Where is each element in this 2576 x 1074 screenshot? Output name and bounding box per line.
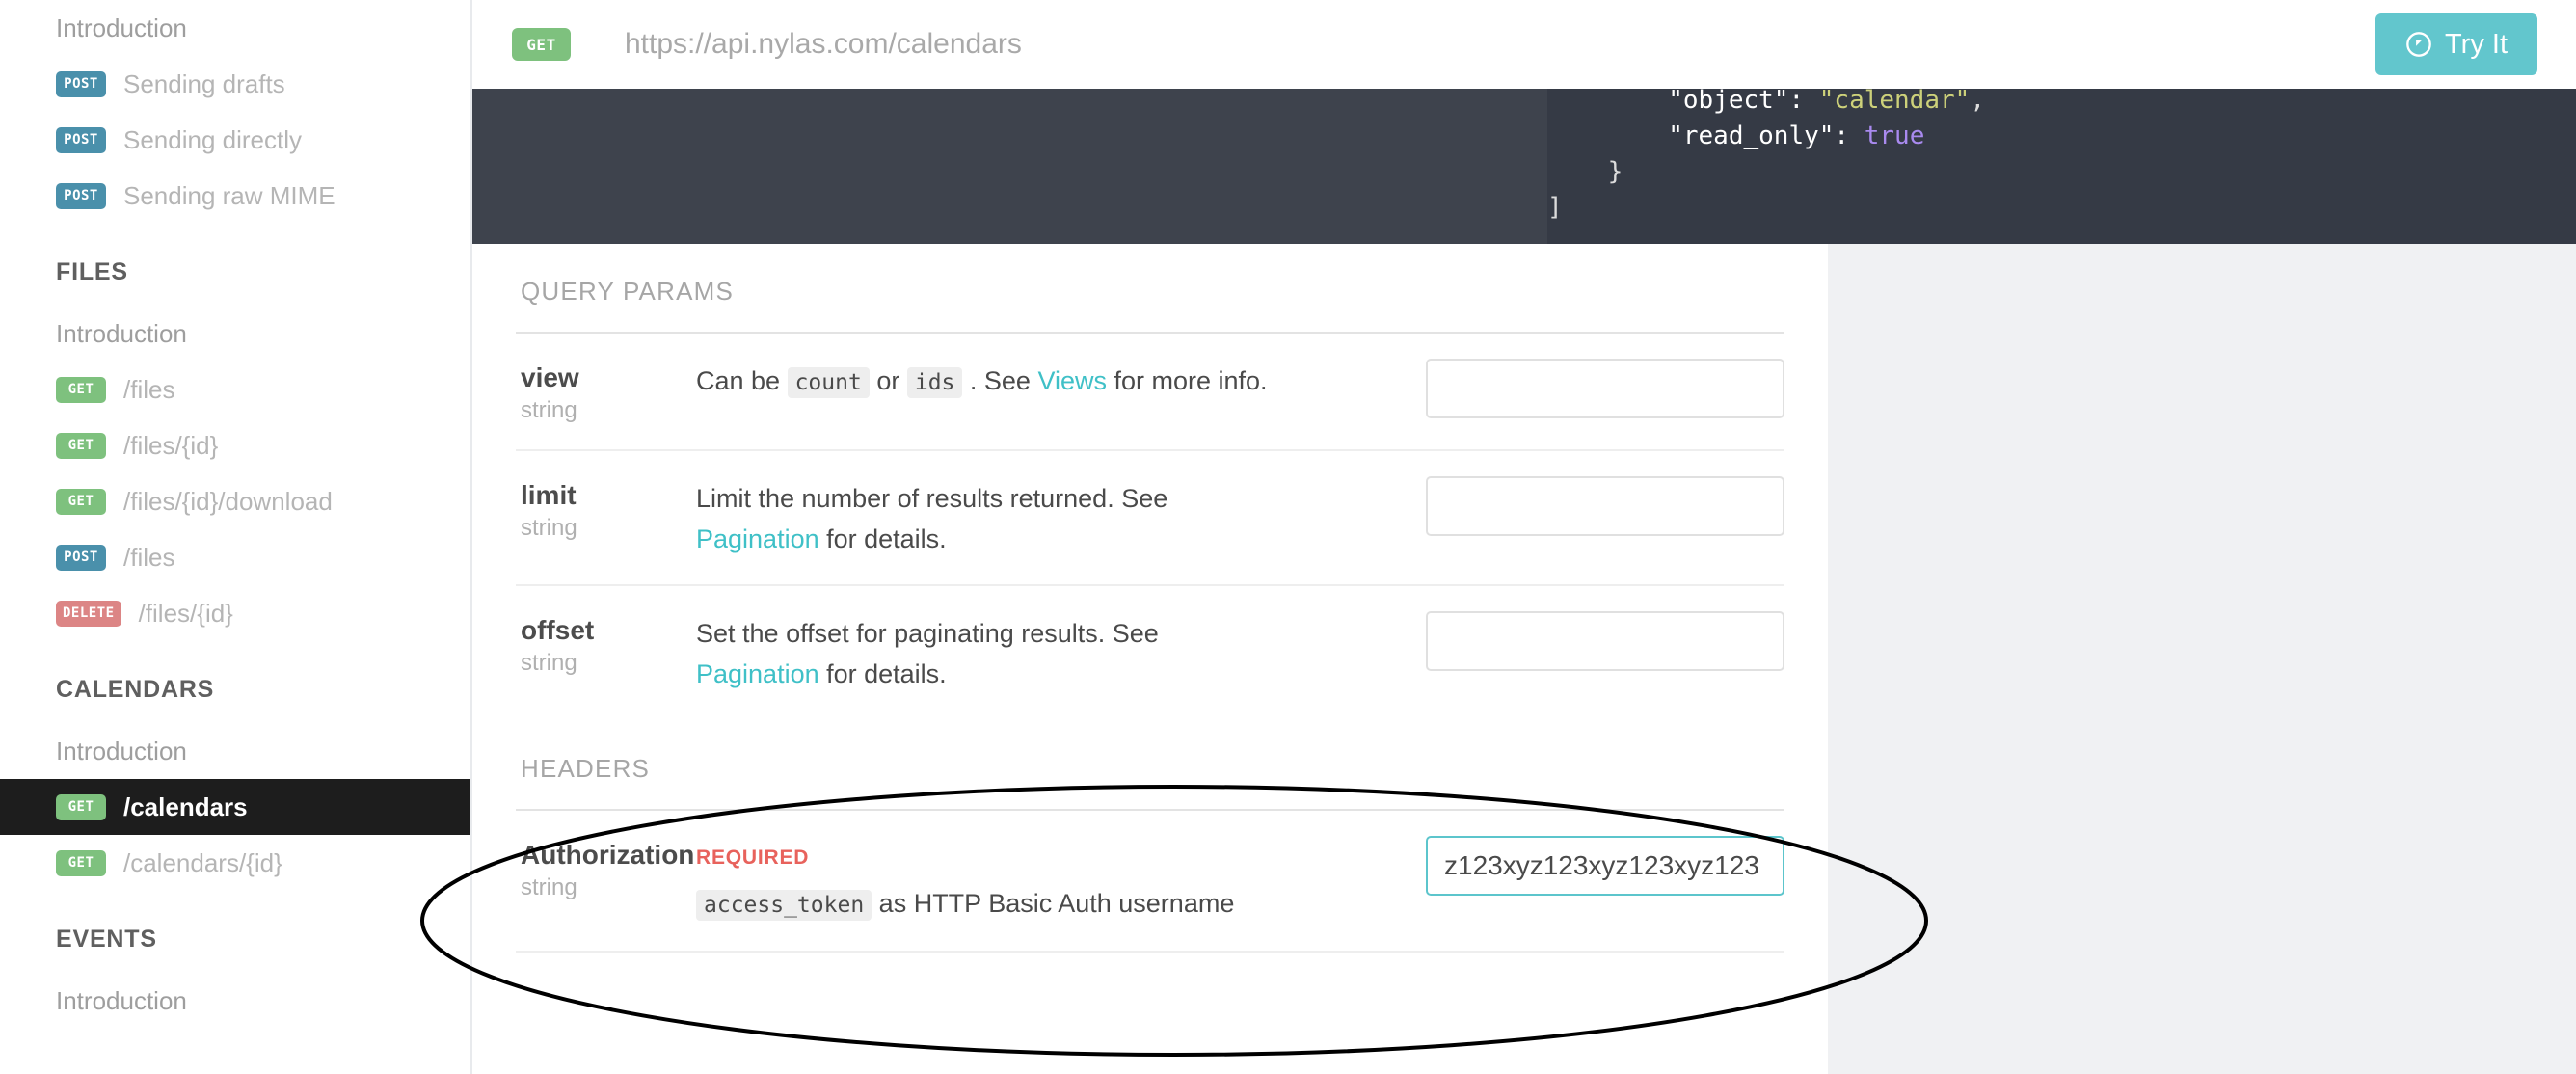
param-name: Authorization [521, 840, 695, 870]
param-description-text: Set the offset for paginating results. S… [696, 619, 1159, 688]
endpoint-topbar: GET https://api.nylas.com/calendars [472, 0, 2576, 89]
param-input-authorization[interactable] [1426, 836, 1784, 896]
method-badge-get: GET [56, 376, 106, 403]
param-name-cell: offset string [521, 611, 696, 677]
param-input-cell [1426, 476, 1784, 536]
sidebar-item-label: Introduction [56, 318, 187, 348]
sidebar-item-introduction[interactable]: Introduction [0, 723, 470, 779]
sidebar-nav[interactable]: Introduction POST Sending drafts POST Sendin… [0, 0, 472, 1074]
headers-label: HEADERS [521, 754, 651, 783]
params-card: QUERY PARAMS view string Can be count or i… [472, 244, 1828, 1074]
param-input-cell [1426, 611, 1784, 671]
sidebar-item-label: /files/{id}/download [123, 486, 333, 516]
method-badge-get: GET [56, 793, 106, 820]
main-content: GET https://api.nylas.com/calendars Try … [472, 0, 2576, 1074]
sidebar-item-label: Introduction [56, 736, 187, 765]
method-badge-post: POST [56, 544, 106, 571]
param-type: string [521, 515, 577, 541]
sidebar-item-introduction[interactable]: Introduction [0, 306, 470, 362]
sidebar-item-label: Introduction [56, 985, 187, 1015]
param-name: offset [521, 615, 595, 645]
sidebar-section-files: FILES [56, 258, 128, 285]
sidebar-item-label: /files/{id} [123, 430, 219, 460]
endpoint-url: https://api.nylas.com/calendars [625, 28, 1022, 60]
param-name: view [521, 362, 579, 392]
param-row: offset string Set the offset for paginatin… [472, 586, 1828, 719]
topbar-method-badge: GET [512, 28, 571, 61]
param-description-text: access_token as HTTP Basic Auth username [696, 889, 1234, 921]
sidebar-item-label: /files/{id} [138, 598, 233, 628]
sidebar-item-label: /calendars [123, 792, 248, 821]
method-badge-get: GET [56, 849, 106, 876]
sidebar-item-label: Sending raw MIME [123, 180, 335, 210]
param-name-cell: Authorization string [521, 836, 696, 901]
query-params-list: view string Can be count or ids . See View… [472, 334, 1828, 719]
param-type: string [521, 874, 577, 900]
param-description: Can be count or ids . See Views for more… [696, 359, 1275, 403]
sidebar-section-calendars: CALENDARS [56, 676, 215, 703]
param-input-view[interactable] [1426, 359, 1784, 418]
param-description: REQUIRED access_token as HTTP Basic Auth … [696, 836, 1275, 926]
sidebar-section-events: EVENTS [56, 926, 157, 953]
param-row: Authorization string REQUIRED access_token … [472, 811, 1828, 951]
param-type: string [521, 397, 577, 423]
sidebar-item-files[interactable]: POST/files [0, 529, 470, 585]
param-type: string [521, 650, 577, 676]
sidebar-item-files-id[interactable]: GET/files/{id} [0, 417, 470, 473]
param-description: Set the offset for paginating results. S… [696, 611, 1275, 694]
method-badge-post: POST [56, 126, 106, 153]
sidebar-item-label: /files [123, 542, 175, 572]
sidebar-item-introduction[interactable]: Introduction [0, 973, 470, 1029]
sidebar-item-files-id[interactable]: DELETE/files/{id} [0, 585, 470, 641]
code-panel-background [1547, 89, 2576, 244]
param-input-cell [1426, 836, 1784, 896]
param-description: Limit the number of results returned. Se… [696, 476, 1275, 559]
sidebar-item-label: Sending drafts [123, 68, 285, 98]
param-name-cell: view string [521, 359, 696, 424]
sidebar-item-label: /files [123, 374, 175, 404]
param-description-text: Limit the number of results returned. Se… [696, 484, 1168, 553]
param-input-limit[interactable] [1426, 476, 1784, 536]
method-badge-delete: DELETE [56, 600, 121, 627]
method-badge-get: GET [56, 432, 106, 459]
sidebar-item-sending-raw-mime[interactable]: POST Sending raw MIME [0, 168, 470, 224]
required-badge: REQUIRED [696, 846, 810, 869]
sidebar-item-label: Sending directly [123, 124, 302, 154]
section-divider [516, 951, 1784, 953]
method-badge-post: POST [56, 70, 106, 97]
sidebar-item-calendars[interactable]: GET/calendars [0, 779, 470, 835]
try-it-label: Try It [2445, 28, 2508, 60]
try-it-button[interactable]: Try It [2375, 13, 2537, 75]
param-name: limit [521, 480, 577, 510]
query-params-label: QUERY PARAMS [521, 277, 735, 306]
method-badge-get: GET [56, 488, 106, 515]
sidebar-item-sending-directly[interactable]: POST Sending directly [0, 112, 470, 168]
sidebar-item-label: /calendars/{id} [123, 847, 282, 877]
param-input-offset[interactable] [1426, 611, 1784, 671]
param-row: limit string Limit the number of results r… [472, 451, 1828, 584]
param-description-text: Can be count or ids . See Views for more… [696, 366, 1268, 398]
sidebar-item-files[interactable]: GET/files [0, 362, 470, 417]
sidebar-item-files-id-download[interactable]: GET/files/{id}/download [0, 473, 470, 529]
sidebar-item-label: Introduction [56, 13, 187, 42]
sidebar-item-calendars-id[interactable]: GET/calendars/{id} [0, 835, 470, 891]
sidebar-item-introduction[interactable]: Introduction [0, 0, 470, 56]
param-row: view string Can be count or ids . See View… [472, 334, 1828, 449]
play-circle-icon [2405, 31, 2432, 58]
headers-list: Authorization string REQUIRED access_token … [472, 811, 1828, 951]
api-reference-page: Introduction POST Sending drafts POST Sendin… [0, 0, 2576, 1074]
method-badge-post: POST [56, 182, 106, 209]
param-input-cell [1426, 359, 1784, 418]
param-name-cell: limit string [521, 476, 696, 542]
sidebar-item-sending-drafts[interactable]: POST Sending drafts [0, 56, 470, 112]
